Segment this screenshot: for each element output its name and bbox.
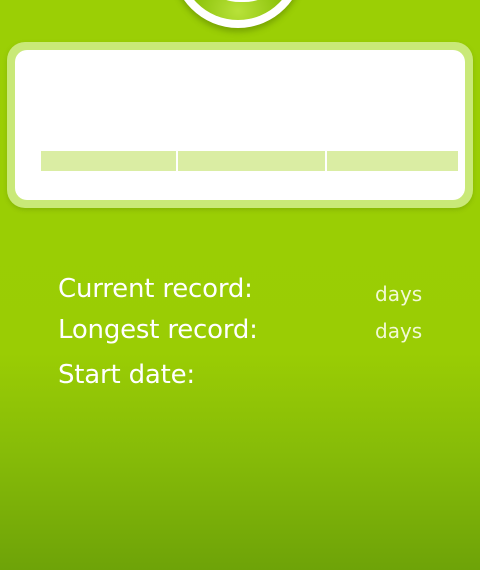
top-dial-button[interactable] bbox=[172, 0, 304, 28]
dial-face bbox=[180, 0, 296, 20]
progress-bar bbox=[41, 151, 458, 171]
current-record-unit: days bbox=[375, 282, 423, 306]
longest-record-label: Longest record: bbox=[58, 315, 258, 345]
progress-segment bbox=[176, 151, 325, 171]
streak-card bbox=[15, 50, 465, 200]
progress-segment bbox=[41, 151, 176, 171]
longest-record-unit: days bbox=[375, 319, 423, 343]
streak-panel bbox=[7, 42, 473, 208]
current-record-label: Current record: bbox=[58, 274, 253, 304]
progress-segment bbox=[325, 151, 458, 171]
start-date-label: Start date: bbox=[58, 360, 195, 390]
